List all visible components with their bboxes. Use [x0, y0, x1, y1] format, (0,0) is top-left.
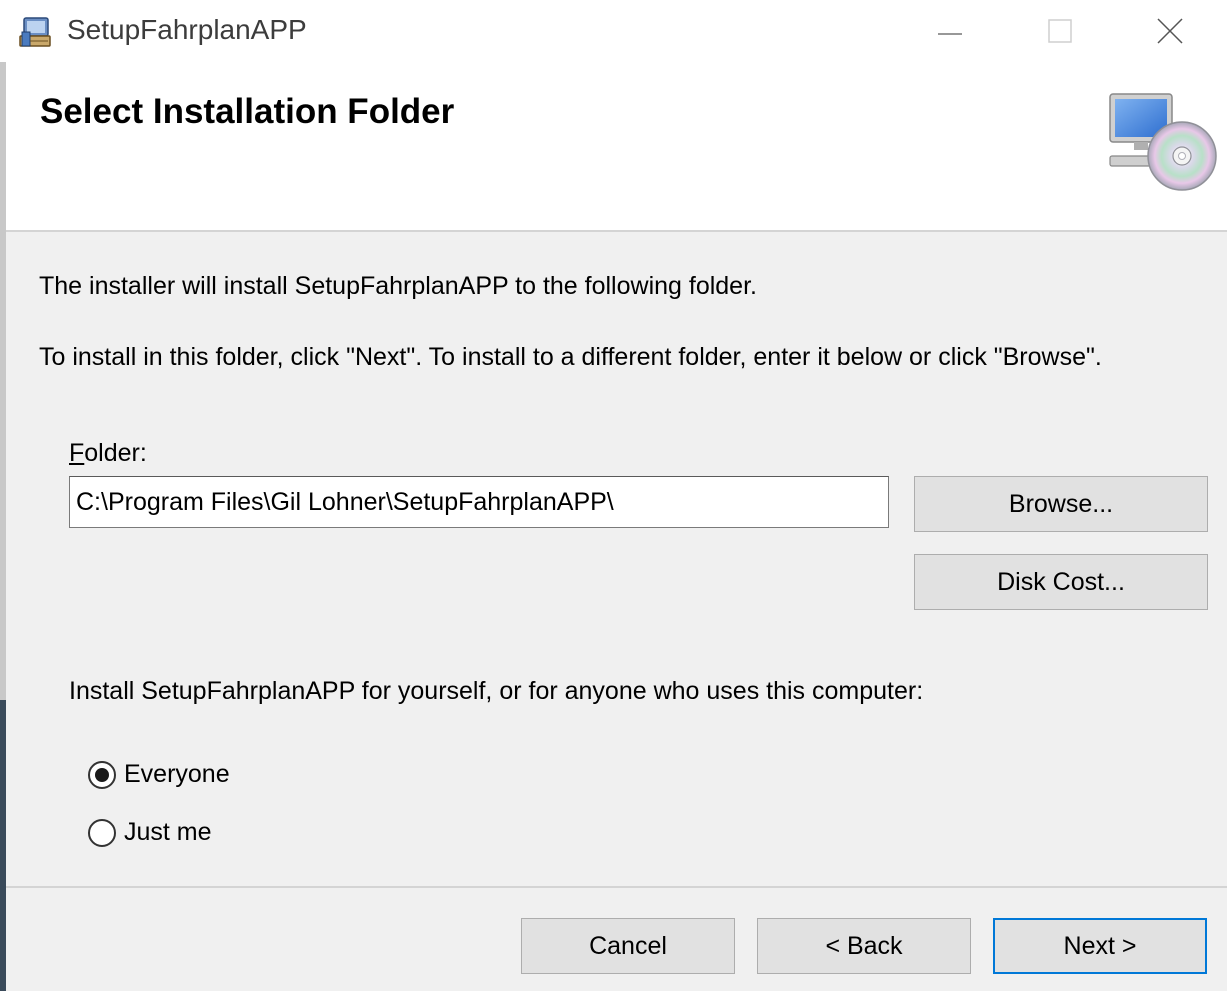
radio-button-checked[interactable] — [88, 760, 116, 789]
folder-label-text: older: — [84, 439, 147, 467]
maximize-icon — [1048, 19, 1072, 43]
install-scope-label: Install SetupFahrplanAPP for yourself, o… — [69, 677, 924, 705]
installer-app-icon — [16, 12, 56, 52]
minimize-icon — [938, 33, 962, 35]
header-banner: Select Installation Folder — [6, 62, 1227, 230]
title-bar[interactable]: SetupFahrplanAPP — [0, 0, 1227, 62]
window-title: SetupFahrplanAPP — [67, 14, 307, 45]
radio-just-me-label[interactable]: Just me — [124, 818, 212, 847]
next-button[interactable]: Next > — [993, 918, 1207, 974]
browse-button[interactable]: Browse... — [914, 476, 1208, 532]
folder-label: Folder: — [69, 436, 147, 470]
footer-divider — [6, 886, 1227, 888]
cancel-button[interactable]: Cancel — [521, 918, 735, 974]
maximize-button[interactable] — [1010, 0, 1110, 62]
installer-window: SetupFahrplanAPP Select Installation Fol… — [0, 0, 1227, 991]
folder-label-accelerator: F — [69, 439, 85, 467]
folder-path-input[interactable] — [69, 476, 889, 528]
close-button[interactable] — [1120, 0, 1220, 62]
radio-button-unchecked[interactable] — [88, 818, 116, 847]
minimize-button[interactable] — [900, 0, 1000, 62]
banner-divider — [6, 230, 1227, 232]
computer-disc-icon — [1100, 90, 1220, 200]
instructions-text: To install in this folder, click "Next".… — [39, 343, 1102, 371]
back-button[interactable]: < Back — [757, 918, 971, 974]
disk-cost-button[interactable]: Disk Cost... — [914, 554, 1208, 610]
page-title: Select Installation Folder — [40, 92, 455, 131]
intro-text: The installer will install SetupFahrplan… — [39, 272, 757, 300]
radio-everyone[interactable]: Everyone — [88, 760, 230, 789]
radio-just-me[interactable]: Just me — [88, 818, 212, 847]
window-left-edge-dark — [0, 700, 6, 991]
close-icon — [1157, 18, 1183, 44]
radio-everyone-label[interactable]: Everyone — [124, 760, 230, 789]
